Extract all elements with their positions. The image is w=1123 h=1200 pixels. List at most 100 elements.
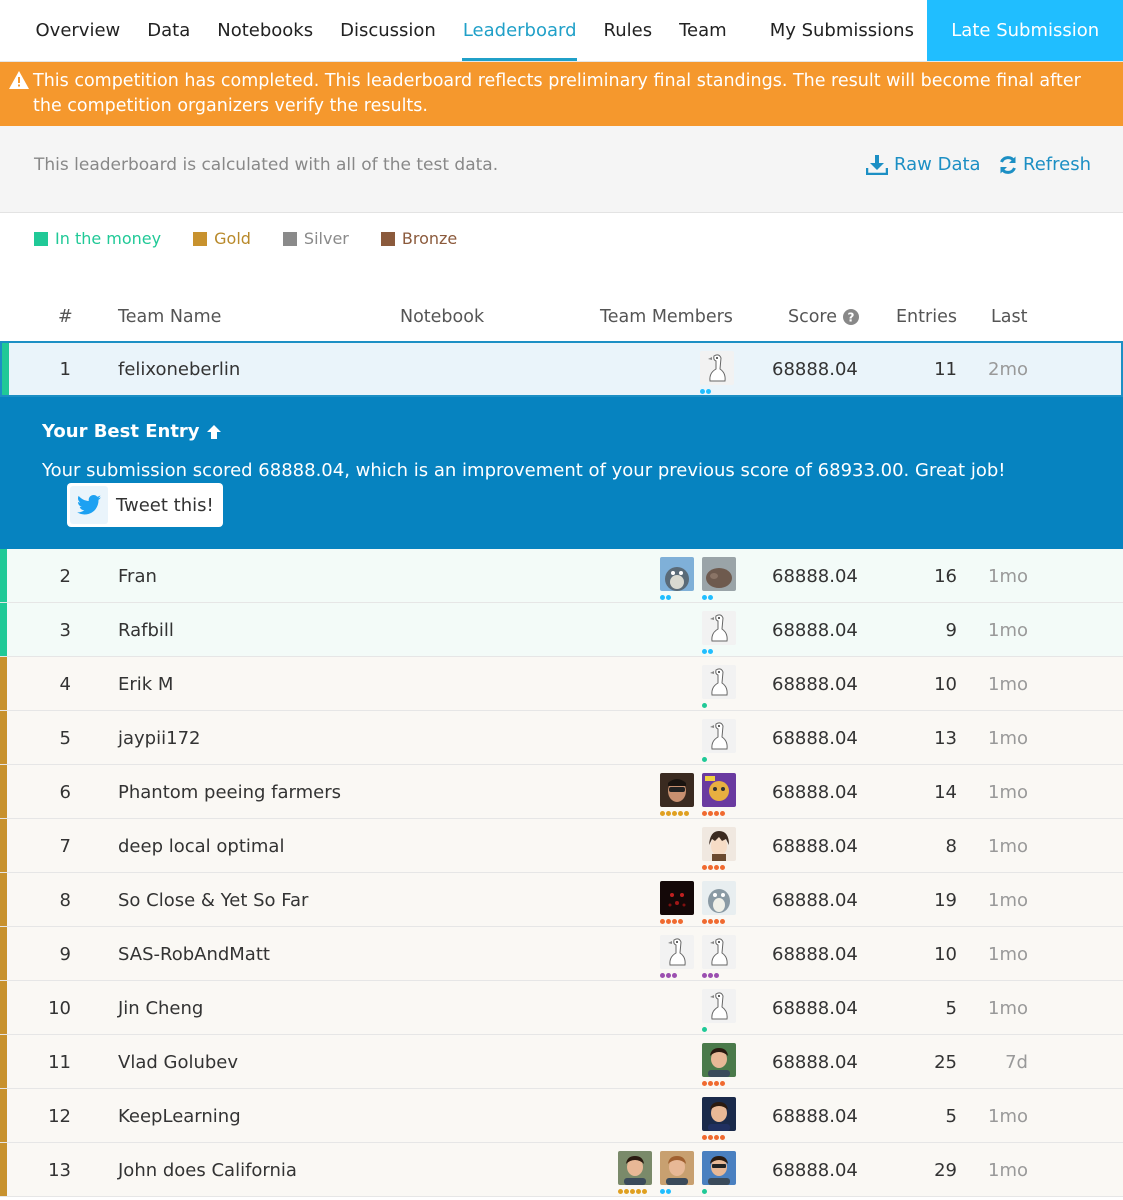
avatar[interactable] [702,719,736,762]
tier-dot [720,811,725,816]
tier-dots [660,973,677,978]
tab-data[interactable]: Data [134,0,204,61]
table-row[interactable]: 6 Phantom peeing farmers 68888.04 14 1mo [0,765,1123,819]
avatar-image [702,1043,736,1077]
col-entries[interactable]: Entries [896,307,957,327]
avatar[interactable] [702,557,736,600]
tier-dot [714,865,719,870]
row-team-name[interactable]: Phantom peeing farmers [118,782,341,803]
avatar[interactable] [660,881,694,924]
tab-leaderboard[interactable]: Leaderboard [449,0,590,61]
row-score: 68888.04 [772,890,858,911]
row-score: 68888.04 [772,944,858,965]
tier-dots [702,1027,707,1032]
table-row[interactable]: 11 Vlad Golubev 68888.04 25 7d [0,1035,1123,1089]
tab-team[interactable]: Team [666,0,741,61]
tweet-button[interactable]: Tweet this! [67,483,223,527]
col-score[interactable]: Score ? [788,307,860,327]
avatar[interactable] [702,827,736,870]
col-team-name[interactable]: Team Name [118,307,221,327]
table-row[interactable]: 8 So Close & Yet So Far 68888.04 19 1mo [0,873,1123,927]
table-row[interactable]: 5 jaypii172 68888.04 13 1mo [0,711,1123,765]
best-entry-message: Your submission scored 68888.04, which i… [42,460,1006,481]
row-team-name[interactable]: Fran [118,566,157,587]
avatar[interactable] [618,1151,652,1194]
tab-overview[interactable]: Overview [22,0,134,61]
late-submission-button[interactable]: Late Submission [927,0,1123,61]
tab-my-submissions[interactable]: My Submissions [756,0,927,61]
tab-rules[interactable]: Rules [590,0,666,61]
row-team-members [700,351,734,394]
row-team-name[interactable]: jaypii172 [118,728,200,749]
table-row[interactable]: 9 SAS-RobAndMatt 68888.04 10 1mo [0,927,1123,981]
row-team-name[interactable]: KeepLearning [118,1106,241,1127]
avatar[interactable] [702,881,736,924]
col-last[interactable]: Last [991,307,1027,327]
avatar[interactable] [702,1043,736,1086]
avatar[interactable] [660,935,694,978]
table-row[interactable]: 7 deep local optimal 68888.04 8 1mo [0,819,1123,873]
avatar-image [702,935,736,969]
tier-dots [660,595,671,600]
row-team-name[interactable]: felixoneberlin [118,359,240,380]
medal-bar [0,765,7,818]
best-entry-title: Your Best Entry [42,421,222,442]
avatar-image [660,773,694,807]
help-icon[interactable]: ? [843,309,860,325]
avatar[interactable] [660,557,694,600]
tier-dot [706,389,711,394]
table-row[interactable]: 2 Fran 68888.04 16 1mo [0,549,1123,603]
row-team-name[interactable]: SAS-RobAndMatt [118,944,270,965]
row-score: 68888.04 [772,836,858,857]
refresh-button[interactable]: Refresh [998,154,1091,175]
table-row[interactable]: 3 Rafbill 68888.04 9 1mo [0,603,1123,657]
row-team-name[interactable]: deep local optimal [118,836,284,857]
avatar-image [702,611,736,645]
row-team-name[interactable]: John does California [118,1160,297,1181]
medal-bar [2,343,9,395]
tier-dot [702,595,707,600]
row-team-name[interactable]: Erik M [118,674,173,695]
avatar[interactable] [702,773,736,816]
table-row[interactable]: 13 John does California 68888.04 29 1mo [0,1143,1123,1197]
warning-icon [9,71,29,89]
tab-discussion[interactable]: Discussion [327,0,450,61]
table-row[interactable]: 1 felixoneberlin 68888.04 11 2mo [0,341,1123,397]
avatar[interactable] [700,351,734,394]
row-entries: 13 [934,728,957,749]
table-row[interactable]: 10 Jin Cheng 68888.04 5 1mo [0,981,1123,1035]
tab-notebooks[interactable]: Notebooks [204,0,327,61]
table-row[interactable]: 4 Erik M 68888.04 10 1mo [0,657,1123,711]
tier-dot [708,1081,713,1086]
avatar[interactable] [702,989,736,1032]
avatar[interactable] [702,1097,736,1140]
row-team-name[interactable]: Rafbill [118,620,174,641]
row-team-name[interactable]: Vlad Golubev [118,1052,238,1073]
row-last: 1mo [988,620,1028,641]
tier-dot [708,919,713,924]
row-team-name[interactable]: Jin Cheng [118,998,203,1019]
avatar[interactable] [702,665,736,708]
tier-dot [720,1081,725,1086]
legend-swatch [193,231,208,246]
table-row[interactable]: 12 KeepLearning 68888.04 5 1mo [0,1089,1123,1143]
avatar[interactable] [702,611,736,654]
tier-dot [714,811,719,816]
tier-dots [702,865,725,870]
row-team-members [660,773,736,816]
avatar[interactable] [660,773,694,816]
avatar[interactable] [702,1151,736,1194]
avatar[interactable] [660,1151,694,1194]
leaderboard-header: # Team Name Notebook Team Members Score … [0,297,1123,341]
row-entries: 19 [934,890,957,911]
row-last: 1mo [988,890,1028,911]
refresh-label: Refresh [1023,154,1091,175]
legend-gold: Gold [193,229,251,248]
raw-data-button[interactable]: Raw Data [866,154,981,175]
avatar[interactable] [702,935,736,978]
tier-dot [702,1027,707,1032]
row-last: 1mo [988,944,1028,965]
row-team-name[interactable]: So Close & Yet So Far [118,890,308,911]
avatar-image [702,827,736,861]
tier-dot [708,973,713,978]
